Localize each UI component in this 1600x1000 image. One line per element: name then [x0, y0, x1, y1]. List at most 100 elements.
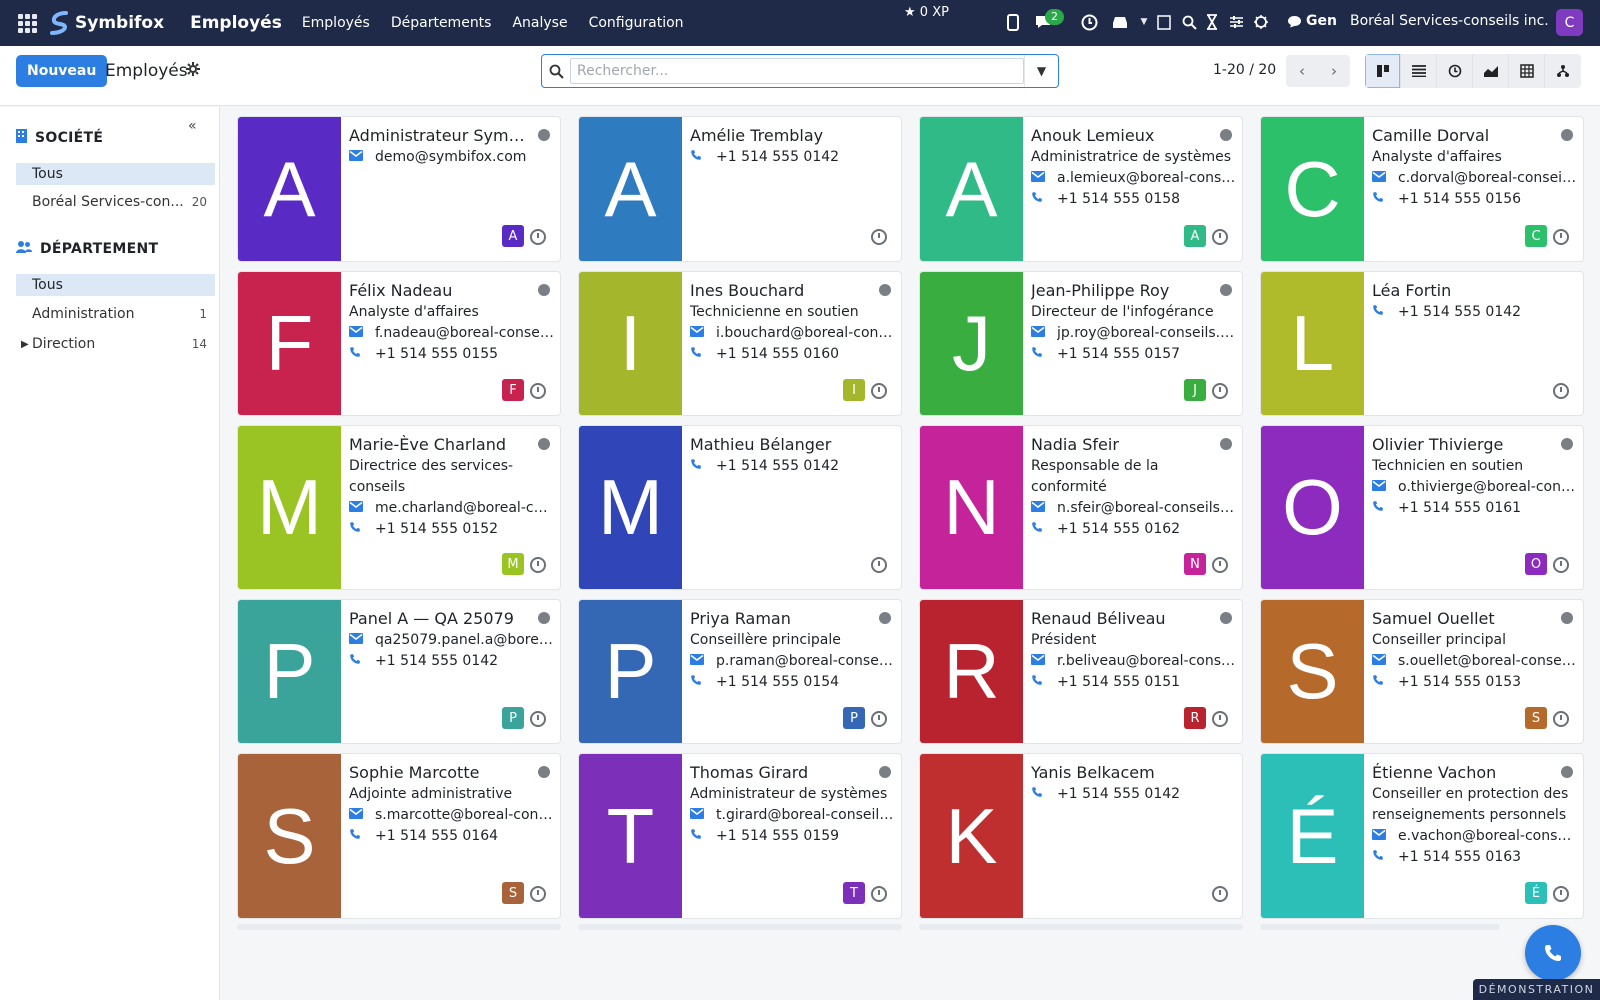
activity-clock-icon[interactable]: [530, 557, 546, 573]
search-nav-icon[interactable]: [1180, 13, 1198, 31]
activity-clock-icon[interactable]: [871, 229, 887, 245]
inbox-icon[interactable]: [1111, 13, 1129, 31]
department-filter-administration[interactable]: Administration 1: [16, 303, 215, 325]
employee-card[interactable]: A Administrateur Symbifox demo@symbifox.co…: [237, 116, 561, 262]
activity-clock-icon[interactable]: [1553, 886, 1569, 902]
employee-mini-avatar[interactable]: S: [502, 882, 524, 904]
employee-mini-avatar[interactable]: O: [1525, 553, 1547, 575]
search-input[interactable]: [570, 58, 1024, 84]
presence-status-icon: [1561, 766, 1573, 778]
menu-item-configuration[interactable]: Configuration: [589, 15, 684, 31]
employee-card[interactable]: S Samuel Ouellet Conseiller principal s.oue…: [1260, 599, 1584, 744]
employee-mini-avatar[interactable]: A: [1184, 225, 1206, 247]
employee-card[interactable]: O Olivier Thivierge Technicien en soutien o…: [1260, 425, 1584, 590]
pager-previous-icon[interactable]: ‹: [1286, 55, 1318, 87]
activity-clock-icon[interactable]: [1553, 557, 1569, 573]
employee-card[interactable]: P Panel A — QA 25079 qa25079.panel.a@borea…: [237, 599, 561, 744]
employee-card[interactable]: T Thomas Girard Administrateur de systèmes…: [578, 753, 902, 919]
employee-job-title: Conseiller principal: [1372, 632, 1506, 648]
employee-mini-avatar[interactable]: A: [502, 225, 524, 247]
pager-next-icon[interactable]: ›: [1318, 55, 1350, 87]
activity-clock-icon[interactable]: [871, 383, 887, 399]
employee-mini-avatar[interactable]: J: [1184, 379, 1206, 401]
activity-clock-icon[interactable]: [1212, 229, 1228, 245]
activity-clock-icon[interactable]: [1212, 383, 1228, 399]
activity-clock-icon[interactable]: [530, 229, 546, 245]
pivot-view-icon[interactable]: [1509, 54, 1545, 88]
list-view-icon[interactable]: [1401, 54, 1437, 88]
note-icon[interactable]: [1155, 13, 1173, 31]
sliders-icon[interactable]: [1227, 13, 1245, 31]
gear-icon[interactable]: [186, 62, 200, 80]
employee-mini-avatar[interactable]: P: [843, 707, 865, 729]
employee-card[interactable]: A Amélie Tremblay +1 514 555 0142: [578, 116, 902, 262]
new-button[interactable]: Nouveau: [16, 55, 108, 87]
employee-card[interactable]: C Camille Dorval Analyste d'affaires c.dorv…: [1260, 116, 1584, 262]
activity-clock-icon[interactable]: [530, 886, 546, 902]
gen-assistant-button[interactable]: Gen: [1287, 13, 1337, 29]
employee-mini-avatar[interactable]: R: [1184, 707, 1206, 729]
company-filter-all[interactable]: Tous: [16, 163, 215, 185]
hourglass-icon[interactable]: [1203, 13, 1221, 31]
employee-card[interactable]: S Sophie Marcotte Adjointe administrative s…: [237, 753, 561, 919]
menu-item-departements[interactable]: Départements: [391, 15, 492, 31]
activity-clock-icon[interactable]: [871, 557, 887, 573]
employee-mini-avatar[interactable]: S: [1525, 707, 1547, 729]
activity-clock-icon[interactable]: [1212, 711, 1228, 727]
mobile-icon[interactable]: [1004, 13, 1022, 31]
activity-clock-icon[interactable]: [1212, 886, 1228, 902]
employee-mini-avatar[interactable]: N: [1184, 553, 1206, 575]
caret-right-icon[interactable]: ▶: [21, 339, 29, 350]
employee-card[interactable]: M Marie-Ève Charland Directrice des servic…: [237, 425, 561, 590]
activity-view-icon[interactable]: [1437, 54, 1473, 88]
employee-mini-avatar[interactable]: É: [1525, 882, 1547, 904]
phone-call-button[interactable]: [1525, 925, 1581, 981]
employee-card[interactable]: J Jean-Philippe Roy Directeur de l'infogér…: [919, 271, 1243, 416]
employee-card[interactable]: É Étienne Vachon Conseiller en protection …: [1260, 753, 1584, 919]
bug-icon[interactable]: [1252, 13, 1270, 31]
company-switcher[interactable]: Boréal Services-conseils inc.: [1350, 13, 1549, 29]
employee-mini-avatar[interactable]: M: [502, 553, 524, 575]
employee-card[interactable]: F Félix Nadeau Analyste d'affaires f.nadeau…: [237, 271, 561, 416]
collapse-sidebar-icon[interactable]: «: [188, 118, 197, 134]
app-grid-icon[interactable]: [17, 13, 37, 33]
user-avatar[interactable]: C: [1556, 9, 1583, 36]
activity-clock-icon[interactable]: [871, 711, 887, 727]
activity-clock-icon[interactable]: [530, 711, 546, 727]
employee-card[interactable]: L Léa Fortin +1 514 555 0142: [1260, 271, 1584, 416]
activity-clock-icon[interactable]: [871, 886, 887, 902]
employee-mini-avatar[interactable]: T: [843, 882, 865, 904]
xp-counter[interactable]: ★ 0 XP: [904, 5, 949, 20]
menu-item-employes[interactable]: Employés: [302, 15, 370, 31]
hierarchy-view-icon[interactable]: [1545, 54, 1581, 88]
activity-clock-icon[interactable]: [1553, 711, 1569, 727]
activity-clock-icon[interactable]: [1080, 13, 1098, 31]
department-filter-all[interactable]: Tous: [16, 274, 215, 296]
pager-value[interactable]: 1-20 / 20: [1213, 62, 1276, 78]
activity-clock-icon[interactable]: [1553, 383, 1569, 399]
graph-view-icon[interactable]: [1473, 54, 1509, 88]
menu-item-analyse[interactable]: Analyse: [512, 15, 567, 31]
activity-clock-icon[interactable]: [1553, 229, 1569, 245]
employee-card[interactable]: P Priya Raman Conseillère principale p.rama…: [578, 599, 902, 744]
speech-bubble-icon: [1288, 15, 1301, 27]
company-filter-boreal[interactable]: Boréal Services-con... 20: [16, 191, 215, 213]
employee-mini-avatar[interactable]: C: [1525, 225, 1547, 247]
search-options-caret-icon[interactable]: ▼: [1024, 55, 1058, 87]
employee-card[interactable]: R Renaud Béliveau Président r.beliveau@bore…: [919, 599, 1243, 744]
employee-mini-avatar[interactable]: P: [502, 707, 524, 729]
brand[interactable]: Symbifox: [49, 11, 164, 35]
employee-card[interactable]: M Mathieu Bélanger +1 514 555 0142: [578, 425, 902, 590]
activity-clock-icon[interactable]: [1212, 557, 1228, 573]
caret-down-icon[interactable]: ▼: [1135, 13, 1153, 31]
app-title[interactable]: Employés: [190, 13, 282, 33]
employee-card[interactable]: N Nadia Sfeir Responsable de la conformité…: [919, 425, 1243, 590]
employee-mini-avatar[interactable]: I: [843, 379, 865, 401]
employee-card[interactable]: A Anouk Lemieux Administratrice de système…: [919, 116, 1243, 262]
activity-clock-icon[interactable]: [530, 383, 546, 399]
employee-card[interactable]: I Ines Bouchard Technicienne en soutien i.b…: [578, 271, 902, 416]
employee-card[interactable]: K Yanis Belkacem +1 514 555 0142: [919, 753, 1243, 919]
employee-mini-avatar[interactable]: F: [502, 379, 524, 401]
kanban-view-icon[interactable]: [1365, 54, 1401, 88]
department-filter-direction[interactable]: ▶ Direction 14: [16, 333, 215, 355]
